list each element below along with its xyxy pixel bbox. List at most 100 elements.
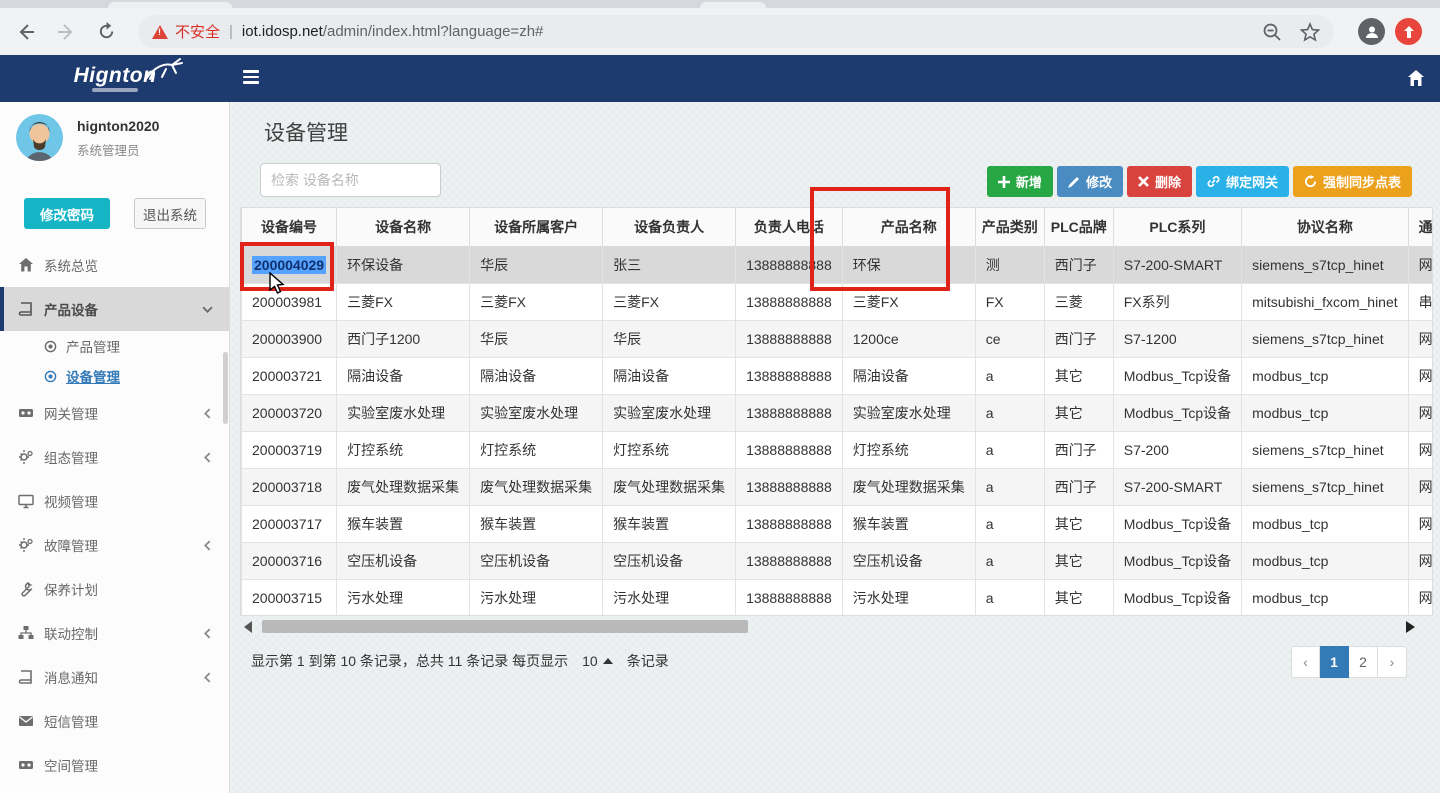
column-header[interactable]: 设备名称 [337, 208, 470, 246]
add-button[interactable]: 新增 [987, 166, 1053, 197]
table-cell[interactable]: 猴车装置 [842, 505, 975, 542]
table-cell[interactable]: 西门子 [1044, 320, 1113, 357]
table-cell[interactable]: 猴车装置 [337, 505, 470, 542]
table-cell[interactable]: modbus_tcp [1242, 542, 1409, 579]
table-cell[interactable]: FX系列 [1113, 283, 1241, 320]
prev-page-button[interactable]: ‹ [1291, 646, 1320, 678]
sidebar-item-fault-management[interactable]: 故障管理 [0, 523, 229, 567]
column-header[interactable]: 产品类别 [975, 208, 1044, 246]
column-header[interactable]: 负责人电话 [736, 208, 843, 246]
table-cell[interactable]: 其它 [1044, 579, 1113, 616]
table-cell[interactable]: S7-200-SMART [1113, 468, 1241, 505]
table-cell[interactable]: 西门子 [1044, 431, 1113, 468]
table-cell[interactable]: 网口 [1408, 320, 1433, 357]
browser-update-icon[interactable] [1395, 18, 1422, 45]
sidebar-scrollbar[interactable] [223, 352, 228, 424]
hscroll-right-arrow-icon[interactable] [1406, 621, 1415, 633]
search-input[interactable] [260, 163, 441, 197]
table-cell[interactable]: 200003715 [242, 579, 337, 616]
sidebar-item-gateway-management[interactable]: 网关管理 [0, 391, 229, 435]
table-cell[interactable]: 隔油设备 [337, 357, 470, 394]
table-cell[interactable]: 其它 [1044, 542, 1113, 579]
table-cell[interactable]: ce [975, 320, 1044, 357]
table-cell[interactable]: Modbus_Tcp设备 [1113, 357, 1241, 394]
insecure-warning-icon[interactable] [152, 25, 168, 39]
table-cell[interactable]: a [975, 468, 1044, 505]
table-cell[interactable]: S7-200 [1113, 431, 1241, 468]
browser-profile-icon[interactable] [1358, 18, 1385, 45]
table-row[interactable]: 200003715污水处理污水处理污水处理13888888888污水处理a其它M… [242, 579, 1434, 616]
sidebar-item-product-device[interactable]: 产品设备 [0, 287, 229, 331]
table-cell[interactable]: 200003716 [242, 542, 337, 579]
table-cell[interactable]: 张三 [603, 246, 736, 283]
page-size-dropdown[interactable]: 10 [582, 653, 613, 669]
table-cell[interactable]: 废气处理数据采集 [337, 468, 470, 505]
table-cell[interactable]: 空压机设备 [603, 542, 736, 579]
sidebar-item-video-management[interactable]: 视频管理 [0, 479, 229, 523]
table-cell[interactable]: 三菱 [1044, 283, 1113, 320]
table-cell[interactable]: 实验室废水处理 [842, 394, 975, 431]
table-cell[interactable]: Modbus_Tcp设备 [1113, 579, 1241, 616]
table-cell[interactable]: 200003981 [242, 283, 337, 320]
column-header[interactable]: 设备负责人 [603, 208, 736, 246]
change-password-button[interactable]: 修改密码 [24, 198, 110, 229]
table-cell[interactable]: 污水处理 [842, 579, 975, 616]
table-cell[interactable]: 隔油设备 [470, 357, 603, 394]
hscroll-left-arrow-icon[interactable] [244, 621, 252, 633]
table-cell[interactable]: 网口 [1408, 542, 1433, 579]
table-cell[interactable]: 13888888888 [736, 357, 843, 394]
table-cell[interactable]: modbus_tcp [1242, 505, 1409, 542]
table-cell[interactable]: 废气处理数据采集 [470, 468, 603, 505]
table-cell[interactable]: 西门子1200 [337, 320, 470, 357]
table-cell[interactable]: 13888888888 [736, 394, 843, 431]
column-header[interactable]: 通讯 [1408, 208, 1433, 246]
table-cell[interactable]: 其它 [1044, 357, 1113, 394]
sidebar-item-system-overview[interactable]: 系统总览 [0, 243, 229, 287]
table-cell[interactable]: 猴车装置 [603, 505, 736, 542]
table-row[interactable]: 200004029环保设备华辰张三13888888888环保测西门子S7-200… [242, 246, 1434, 283]
table-cell[interactable]: S7-1200 [1113, 320, 1241, 357]
table-cell[interactable]: 网口 [1408, 394, 1433, 431]
force-sync-button[interactable]: 强制同步点表 [1293, 166, 1412, 197]
table-cell[interactable]: 13888888888 [736, 468, 843, 505]
table-cell[interactable]: 1200ce [842, 320, 975, 357]
sidebar-item-configuration-management[interactable]: 组态管理 [0, 435, 229, 479]
table-cell[interactable]: mitsubishi_fxcom_hinet [1242, 283, 1409, 320]
table-cell[interactable]: a [975, 357, 1044, 394]
column-header[interactable]: 协议名称 [1242, 208, 1409, 246]
table-cell[interactable]: 实验室废水处理 [470, 394, 603, 431]
table-row[interactable]: 200003717猴车装置猴车装置猴车装置13888888888猴车装置a其它M… [242, 505, 1434, 542]
table-cell[interactable]: a [975, 542, 1044, 579]
table-cell[interactable]: FX [975, 283, 1044, 320]
table-cell[interactable]: 13888888888 [736, 505, 843, 542]
table-cell[interactable]: 13888888888 [736, 283, 843, 320]
column-header[interactable]: 设备编号 [242, 208, 337, 246]
page-button-1[interactable]: 1 [1320, 646, 1349, 678]
table-cell[interactable]: modbus_tcp [1242, 357, 1409, 394]
table-cell[interactable]: 环保 [842, 246, 975, 283]
zoom-out-icon[interactable] [1262, 22, 1282, 42]
table-cell[interactable]: 环保设备 [337, 246, 470, 283]
edit-button[interactable]: 修改 [1057, 166, 1123, 197]
table-cell[interactable]: siemens_s7tcp_hinet [1242, 468, 1409, 505]
column-header[interactable]: 设备所属客户 [470, 208, 603, 246]
table-cell[interactable]: 三菱FX [337, 283, 470, 320]
table-cell[interactable]: Modbus_Tcp设备 [1113, 542, 1241, 579]
table-cell[interactable]: 200003900 [242, 320, 337, 357]
column-header[interactable]: 产品名称 [842, 208, 975, 246]
table-row[interactable]: 200003900西门子1200华辰华辰138888888881200cece西… [242, 320, 1434, 357]
table-cell[interactable]: 13888888888 [736, 320, 843, 357]
table-row[interactable]: 200003716空压机设备空压机设备空压机设备13888888888空压机设备… [242, 542, 1434, 579]
table-cell[interactable]: 隔油设备 [842, 357, 975, 394]
table-cell[interactable]: 废气处理数据采集 [842, 468, 975, 505]
table-cell[interactable]: 其它 [1044, 394, 1113, 431]
sidebar-item-space-management[interactable]: 空间管理 [0, 743, 229, 787]
table-cell[interactable]: 灯控系统 [337, 431, 470, 468]
table-cell[interactable]: siemens_s7tcp_hinet [1242, 431, 1409, 468]
table-cell[interactable]: 200003719 [242, 431, 337, 468]
bookmark-star-icon[interactable] [1300, 22, 1320, 42]
sidebar-item-device-management[interactable]: 设备管理 [0, 361, 229, 391]
table-row[interactable]: 200003981三菱FX三菱FX三菱FX13888888888三菱FXFX三菱… [242, 283, 1434, 320]
table-row[interactable]: 200003718废气处理数据采集废气处理数据采集废气处理数据采集1388888… [242, 468, 1434, 505]
table-cell[interactable]: 网口 [1408, 579, 1433, 616]
